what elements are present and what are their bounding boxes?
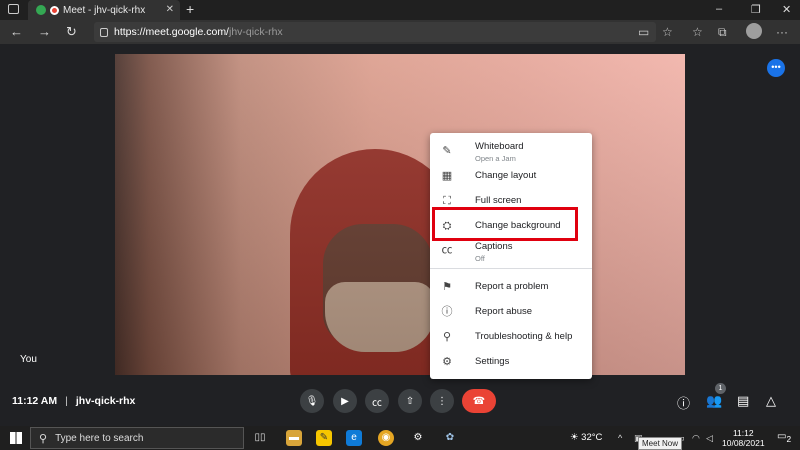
recording-icon <box>50 5 59 15</box>
fullscreen-icon: ⛶ <box>443 195 451 207</box>
leave-call-button[interactable]: ☎ <box>462 389 496 413</box>
sticky-notes-icon[interactable]: ✎ <box>316 430 332 446</box>
wifi-icon[interactable]: ◠ <box>692 433 700 444</box>
site-permissions-icon[interactable]: ☆ <box>662 25 673 39</box>
reload-icon[interactable]: ↻ <box>66 24 77 40</box>
browser-toolbar: ← → ↻ https://meet.google.com/jhv-qick-r… <box>0 20 800 44</box>
captions-icon: ㏄ <box>441 244 453 256</box>
meeting-time: 11:12 AM <box>12 395 58 407</box>
tile-options-button[interactable]: ••• <box>767 59 785 77</box>
people-icon[interactable]: 👥 <box>706 393 722 409</box>
tab-title: Meet - jhv-qick-rhx <box>63 4 146 16</box>
captions-icon: ㏄ <box>372 397 382 409</box>
annotation-highlight-box <box>432 207 578 241</box>
more-options-menu: ✎ Whiteboard Open a Jam ▦ Change layout ⛶… <box>430 133 592 379</box>
browser-tab-meet[interactable]: Meet - jhv-qick-rhx ✕ <box>28 0 180 20</box>
report-problem-icon: ⚑ <box>442 281 452 293</box>
self-video-tile <box>115 54 685 375</box>
camera-icon: ▶ <box>341 395 349 407</box>
layout-icon: ▦ <box>441 170 453 182</box>
browser-tab-strip: Meet - jhv-qick-rhx ✕ + – ❐ ✕ <box>0 0 800 20</box>
camera-in-use-icon[interactable]: ▭ <box>638 25 649 39</box>
captions-button[interactable]: ㏄ <box>365 389 389 413</box>
self-label: You <box>20 354 37 365</box>
chrome-icon[interactable]: ◉ <box>378 430 394 446</box>
weather-widget[interactable]: ☀ 32°C <box>570 432 602 443</box>
browser-menu-icon[interactable]: ··· <box>776 25 788 39</box>
end-call-icon: ☎ <box>472 395 486 407</box>
microphone-icon: 🎙 <box>305 395 319 407</box>
present-button[interactable]: ⇧ <box>398 389 422 413</box>
tray-chevron-icon[interactable]: ^ <box>618 433 622 443</box>
activities-icon[interactable]: △ <box>766 393 776 409</box>
chat-icon[interactable]: ▤ <box>737 393 749 409</box>
menu-divider <box>430 268 592 269</box>
volume-icon[interactable]: ◁ <box>706 433 713 444</box>
meeting-info-icon[interactable]: ⓘ <box>677 393 690 412</box>
search-placeholder: Type here to search <box>55 432 144 444</box>
tab-close-icon[interactable]: ✕ <box>166 4 174 15</box>
lock-icon[interactable] <box>100 27 108 37</box>
report-abuse-icon: ⓘ <box>441 306 453 318</box>
present-icon: ⇧ <box>405 395 415 407</box>
meet-favicon-icon <box>36 5 46 15</box>
meet-now-tooltip: Meet Now <box>638 437 683 450</box>
file-explorer-icon[interactable]: ▬ <box>286 430 302 446</box>
search-icon: ⚲ <box>39 432 48 445</box>
minimize-button[interactable]: – <box>716 3 722 15</box>
tab-actions-icon[interactable] <box>8 4 19 14</box>
more-options-button[interactable]: ⋮ <box>430 389 454 413</box>
troubleshoot-icon: ⚲ <box>442 331 452 343</box>
new-tab-button[interactable]: + <box>186 1 194 17</box>
settings-app-icon[interactable]: ⚙ <box>410 430 426 446</box>
people-count-badge: 1 <box>715 383 726 394</box>
camera-button[interactable]: ▶ <box>333 389 357 413</box>
close-window-button[interactable]: ✕ <box>782 3 791 16</box>
favorites-icon[interactable]: ☆ <box>692 25 703 39</box>
taskbar-search-box[interactable]: ⚲ Type here to search <box>30 427 244 449</box>
address-bar[interactable]: https://meet.google.com/jhv-qick-rhx <box>94 22 656 42</box>
restore-button[interactable]: ❐ <box>751 3 761 16</box>
notifications-icon[interactable]: ▭2 <box>777 431 791 444</box>
task-view-icon[interactable]: ▯▯ <box>252 430 268 446</box>
forward-icon[interactable]: → <box>38 24 51 39</box>
back-icon[interactable]: ← <box>10 24 23 39</box>
url-text: https://meet.google.com/jhv-qick-rhx <box>114 26 283 38</box>
more-vert-icon: ⋮ <box>437 395 447 407</box>
meet-stage: You ••• <box>0 44 800 426</box>
meeting-details: 11:12 AM | jhv-qick-rhx <box>12 395 136 407</box>
windows-start-icon[interactable] <box>10 432 22 444</box>
pencil-icon: ✎ <box>442 145 452 157</box>
edge-icon[interactable]: e <box>346 430 362 446</box>
settings-icon: ⚙ <box>442 356 452 368</box>
meeting-code: jhv-qick-rhx <box>75 395 136 407</box>
microphone-button[interactable]: 🎙 <box>300 389 324 413</box>
collections-icon[interactable]: ⧉ <box>718 25 727 40</box>
profile-avatar[interactable] <box>746 23 762 39</box>
taskbar-clock[interactable]: 11:12 10/08/2021 <box>722 428 765 448</box>
paint-icon[interactable]: ✿ <box>442 430 458 446</box>
